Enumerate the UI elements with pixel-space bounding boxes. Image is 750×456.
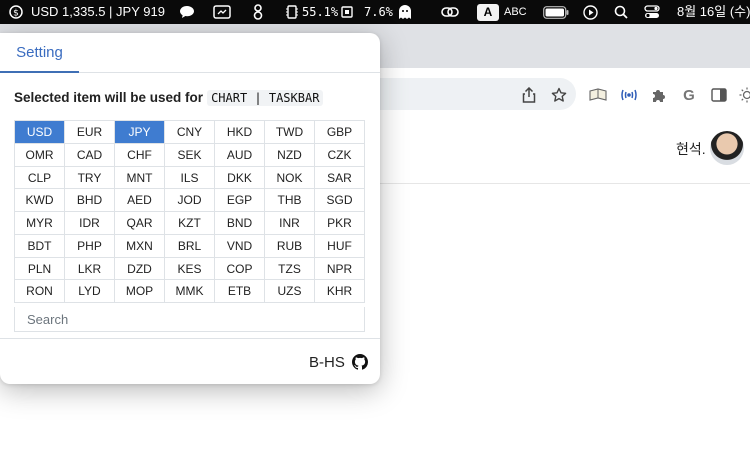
currency-cell-nok[interactable]: NOK xyxy=(265,166,315,190)
currency-cell-kwd[interactable]: KWD xyxy=(15,189,65,212)
screen-share-icon[interactable] xyxy=(212,4,232,20)
currency-cell-lkr[interactable]: LKR xyxy=(65,257,115,281)
currency-cell-clp[interactable]: CLP xyxy=(15,166,65,190)
currency-cell-cny[interactable]: CNY xyxy=(165,121,215,144)
currency-cell-pln[interactable]: PLN xyxy=(15,257,65,281)
currency-cell-czk[interactable]: CZK xyxy=(315,143,365,167)
menu-bar: $ USD 1,335.5 | JPY 919 55.1% 7.6% A ABC… xyxy=(0,0,750,24)
currency-cell-qar[interactable]: QAR xyxy=(115,212,165,235)
currency-cell-usd[interactable]: USD xyxy=(15,121,65,144)
github-icon[interactable] xyxy=(352,354,369,370)
currency-cell-huf[interactable]: HUF xyxy=(315,234,365,258)
currency-cell-idr[interactable]: IDR xyxy=(65,212,115,235)
currency-cell-mnt[interactable]: MNT xyxy=(115,166,165,190)
currency-cell-pkr[interactable]: PKR xyxy=(315,212,365,235)
exchange-rate-ticker[interactable]: USD 1,335.5 | JPY 919 xyxy=(31,0,165,24)
currency-cell-jod[interactable]: JOD xyxy=(165,189,215,212)
popup-tab-bar: Setting xyxy=(0,33,380,73)
currency-cell-ils[interactable]: ILS xyxy=(165,166,215,190)
currency-cell-omr[interactable]: OMR xyxy=(15,143,65,167)
brightness-icon[interactable] xyxy=(738,86,750,104)
chat-bubble-icon[interactable] xyxy=(178,4,196,20)
currency-cell-twd[interactable]: TWD xyxy=(265,121,315,144)
currency-cell-eur[interactable]: EUR xyxy=(65,121,115,144)
bookmark-star-icon[interactable] xyxy=(550,86,568,104)
cpu-percent: 55.1% xyxy=(302,5,339,19)
address-bar[interactable] xyxy=(370,78,576,110)
svg-text:$: $ xyxy=(13,9,19,19)
extension-wave-icon[interactable] xyxy=(620,86,638,104)
currency-cell-kes[interactable]: KES xyxy=(165,257,215,281)
currency-cell-tzs[interactable]: TZS xyxy=(265,257,315,281)
search-icon[interactable] xyxy=(613,4,629,20)
currency-cell-thb[interactable]: THB xyxy=(265,189,315,212)
reader-icon[interactable] xyxy=(589,86,607,104)
tab-setting[interactable]: Setting xyxy=(0,33,79,73)
currency-cell-bhd[interactable]: BHD xyxy=(65,189,115,212)
currency-cell-rub[interactable]: RUB xyxy=(265,234,315,258)
currency-cell-nzd[interactable]: NZD xyxy=(265,143,315,167)
currency-cell-try[interactable]: TRY xyxy=(65,166,115,190)
currency-cell-bdt[interactable]: BDT xyxy=(15,234,65,258)
currency-cell-vnd[interactable]: VND xyxy=(215,234,265,258)
brand-label: B-HS xyxy=(309,354,345,371)
cpu-chip-icon[interactable] xyxy=(285,4,299,20)
currency-cell-ron[interactable]: RON xyxy=(15,280,65,303)
ghost-icon[interactable] xyxy=(395,4,415,20)
date-label[interactable]: 8월 16일 (수) xyxy=(677,0,750,24)
currency-cell-npr[interactable]: NPR xyxy=(315,257,365,281)
memory-chip-icon[interactable] xyxy=(340,4,354,20)
usage-target-code: CHART | TASKBAR xyxy=(207,90,324,106)
currency-cell-inr[interactable]: INR xyxy=(265,212,315,235)
puzzle-icon[interactable] xyxy=(650,86,668,104)
coin-icon[interactable]: $ xyxy=(8,4,24,20)
link-icon[interactable] xyxy=(440,4,460,20)
google-icon[interactable]: G xyxy=(680,86,698,104)
username-label: 현석. xyxy=(676,141,706,157)
currency-cell-uzs[interactable]: UZS xyxy=(265,280,315,303)
extension-popup: Setting Selected item will be used for CH… xyxy=(0,33,380,384)
currency-cell-dzd[interactable]: DZD xyxy=(115,257,165,281)
play-icon[interactable] xyxy=(582,4,598,20)
currency-cell-aud[interactable]: AUD xyxy=(215,143,265,167)
currency-cell-lyd[interactable]: LYD xyxy=(65,280,115,303)
control-center-icon[interactable] xyxy=(644,4,660,20)
currency-cell-dkk[interactable]: DKK xyxy=(215,166,265,190)
currency-cell-gbp[interactable]: GBP xyxy=(315,121,365,144)
currency-cell-sgd[interactable]: SGD xyxy=(315,189,365,212)
input-source-label[interactable]: ABC xyxy=(504,0,527,24)
currency-cell-bnd[interactable]: BND xyxy=(215,212,265,235)
share-icon[interactable] xyxy=(520,86,538,104)
currency-cell-cop[interactable]: COP xyxy=(215,257,265,281)
search-input[interactable] xyxy=(14,307,365,332)
currency-cell-sar[interactable]: SAR xyxy=(315,166,365,190)
currency-cell-sek[interactable]: SEK xyxy=(165,143,215,167)
currency-cell-cad[interactable]: CAD xyxy=(65,143,115,167)
currency-cell-brl[interactable]: BRL xyxy=(165,234,215,258)
battery-icon[interactable] xyxy=(543,4,569,20)
sidebar-icon[interactable] xyxy=(710,86,728,104)
currency-cell-hkd[interactable]: HKD xyxy=(215,121,265,144)
currency-cell-myr[interactable]: MYR xyxy=(15,212,65,235)
heading-text: Selected item will be used for xyxy=(14,90,204,105)
settings-heading: Selected item will be used for CHART | TA… xyxy=(14,90,324,106)
input-source-badge[interactable]: A xyxy=(477,4,499,21)
currency-cell-kzt[interactable]: KZT xyxy=(165,212,215,235)
memory-percent: 7.6% xyxy=(364,5,393,19)
currency-cell-mxn[interactable]: MXN xyxy=(115,234,165,258)
avatar[interactable] xyxy=(710,131,744,165)
currency-grid: USD EUR JPY CNY HKD TWD GBP OMR CAD CHF SEK AUD NZD C… xyxy=(14,120,365,303)
currency-cell-aed[interactable]: AED xyxy=(115,189,165,212)
popup-footer: B-HS xyxy=(0,338,380,384)
currency-cell-egp[interactable]: EGP xyxy=(215,189,265,212)
accessibility-icon[interactable] xyxy=(252,4,264,20)
currency-cell-php[interactable]: PHP xyxy=(65,234,115,258)
currency-cell-chf[interactable]: CHF xyxy=(115,143,165,167)
currency-cell-mmk[interactable]: MMK xyxy=(165,280,215,303)
currency-cell-khr[interactable]: KHR xyxy=(315,280,365,303)
currency-cell-etb[interactable]: ETB xyxy=(215,280,265,303)
currency-cell-jpy[interactable]: JPY xyxy=(115,121,165,144)
currency-cell-mop[interactable]: MOP xyxy=(115,280,165,303)
